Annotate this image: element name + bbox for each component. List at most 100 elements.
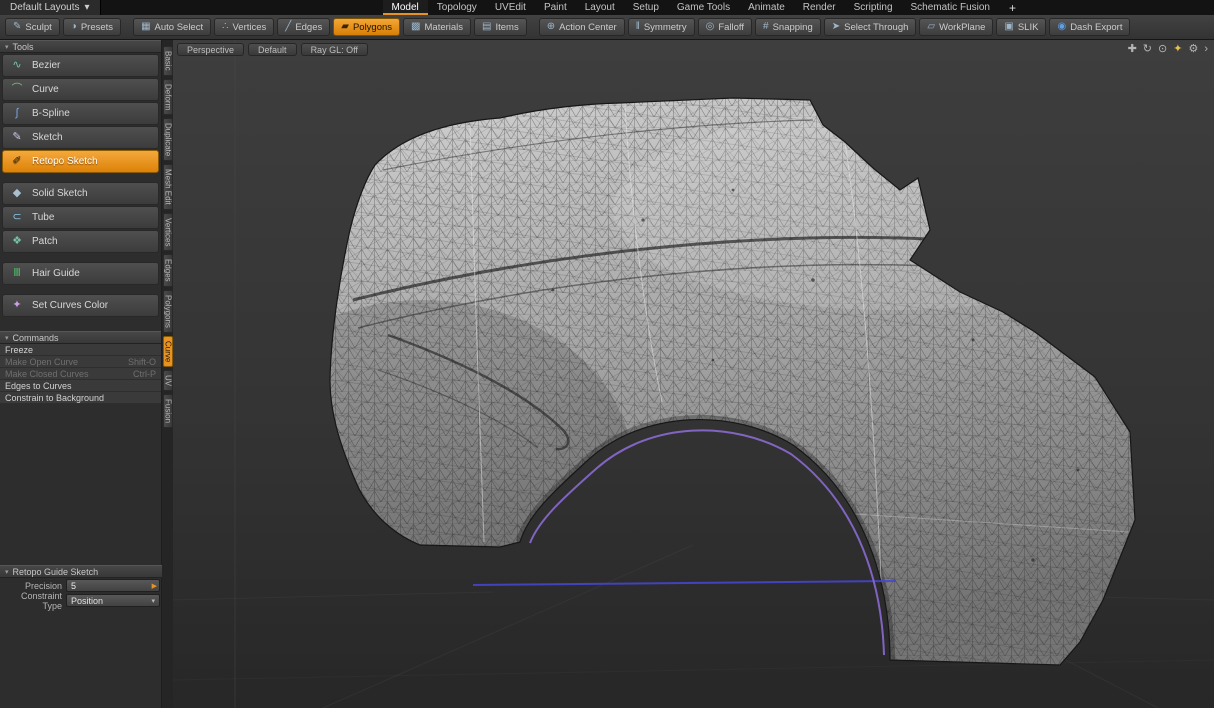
snapping-label: Snapping — [773, 22, 813, 33]
falloff-button[interactable]: ◎ Falloff — [698, 18, 752, 36]
tool-retopo-sketch[interactable]: ✐ Retopo Sketch — [2, 150, 159, 173]
action-center-button[interactable]: ⊕ Action Center — [539, 18, 625, 36]
vtab-uv[interactable]: UV — [163, 370, 173, 391]
tool-curve[interactable]: ⌒ Curve — [2, 78, 159, 101]
vtab-edges[interactable]: Edges — [163, 254, 173, 287]
add-tab-button[interactable]: + — [999, 0, 1026, 15]
command-edges-to-curves[interactable]: Edges to Curves — [0, 380, 161, 392]
select-through-icon: ➤ — [832, 22, 840, 32]
snapping-icon: # — [763, 22, 769, 32]
mini-slider-icon[interactable]: ▶ — [152, 582, 157, 590]
tab-animate[interactable]: Animate — [739, 0, 794, 15]
vtab-polygons[interactable]: Polygons — [163, 290, 173, 333]
pan-icon[interactable]: ✚ — [1128, 42, 1137, 56]
gear-icon[interactable]: ⚙ — [1188, 42, 1198, 56]
constraint-type-value: Position — [71, 596, 103, 606]
select-through-label: Select Through — [844, 22, 908, 33]
tool-label: Patch — [32, 236, 58, 247]
vtab-duplicate[interactable]: Duplicate — [163, 118, 173, 161]
constraint-type-dropdown[interactable]: Position ▾ — [66, 594, 160, 607]
raygl-dropdown[interactable]: Ray GL: Off — [301, 43, 368, 56]
symmetry-label: Symmetry — [644, 22, 687, 33]
tool-solid-sketch[interactable]: ◆ Solid Sketch — [2, 182, 159, 205]
falloff-icon: ◎ — [706, 22, 715, 32]
workplane-icon: ▱ — [927, 22, 935, 32]
snapping-button[interactable]: # Snapping — [755, 18, 821, 36]
tool-hair-guide[interactable]: Ⅲ Hair Guide — [2, 262, 159, 285]
command-label: Make Closed Curves — [5, 369, 89, 379]
polygons-button[interactable]: ▰ Polygons — [333, 18, 400, 36]
tool-label: Tube — [32, 212, 54, 223]
tool-label: Solid Sketch — [32, 188, 88, 199]
vtab-basic[interactable]: Basic — [163, 46, 173, 76]
tab-model[interactable]: Model — [383, 0, 428, 15]
tab-layout[interactable]: Layout — [576, 0, 624, 15]
retopo-guide-sketch-header[interactable]: ▾ Retopo Guide Sketch — [0, 565, 162, 578]
modo-application-window: Default Layouts ▾ Model Topology UVEdit … — [0, 0, 1214, 708]
tab-schematic-fusion[interactable]: Schematic Fusion — [902, 0, 999, 15]
collapse-triangle-icon: ▾ — [5, 334, 9, 342]
hair-guide-icon: Ⅲ — [8, 268, 26, 279]
orbit-icon[interactable]: ↻ — [1143, 42, 1152, 56]
presets-button[interactable]: ◑ Presets — [63, 18, 121, 36]
sculpt-button[interactable]: ✎ Sculpt — [5, 18, 60, 36]
symmetry-icon: ‖ — [636, 22, 640, 32]
commands-panel-header[interactable]: ▾ Commands — [0, 331, 161, 344]
vtab-deform[interactable]: Deform — [163, 79, 173, 115]
select-through-button[interactable]: ➤ Select Through — [824, 18, 917, 36]
action-center-icon: ⊕ — [547, 22, 555, 32]
slik-button[interactable]: ▣ SLIK — [996, 18, 1046, 36]
auto-select-button[interactable]: ▦ Auto Select — [133, 18, 211, 36]
command-make-closed-curves[interactable]: Make Closed Curves Ctrl-P — [0, 368, 161, 380]
vtab-mesh-edit[interactable]: Mesh Edit — [163, 164, 173, 210]
dash-export-label: Dash Export — [1070, 22, 1122, 33]
tool-patch[interactable]: ❖ Patch — [2, 230, 159, 253]
tool-sketch[interactable]: ✎ Sketch — [2, 126, 159, 149]
vtab-fusion[interactable]: Fusion — [163, 394, 173, 428]
perspective-dropdown[interactable]: Perspective — [177, 43, 244, 56]
sculpt-icon: ✎ — [13, 22, 21, 32]
tools-panel-header[interactable]: ▾ Tools — [0, 40, 161, 53]
vtab-curve[interactable]: Curve — [163, 336, 173, 367]
commands-header-label: Commands — [13, 333, 59, 343]
command-label: Freeze — [5, 345, 33, 355]
edges-button[interactable]: ╱ Edges — [277, 18, 330, 36]
zoom-icon[interactable]: ⊙ — [1158, 42, 1167, 56]
precision-field[interactable]: 5 ▶ — [66, 579, 160, 592]
tab-game-tools[interactable]: Game Tools — [668, 0, 739, 15]
expand-icon[interactable]: › — [1204, 42, 1208, 56]
tab-topology[interactable]: Topology — [428, 0, 486, 15]
tab-scripting[interactable]: Scripting — [845, 0, 902, 15]
tool-tube[interactable]: ⊂ Tube — [2, 206, 159, 229]
tab-uvedit[interactable]: UVEdit — [486, 0, 535, 15]
workplane-button[interactable]: ▱ WorkPlane — [919, 18, 993, 36]
symmetry-button[interactable]: ‖ Symmetry — [628, 18, 695, 36]
auto-select-icon: ▦ — [141, 22, 150, 32]
tool-label: B-Spline — [32, 108, 70, 119]
tab-render[interactable]: Render — [794, 0, 845, 15]
command-make-open-curve[interactable]: Make Open Curve Shift-O — [0, 356, 161, 368]
default-layouts-menu[interactable]: Default Layouts ▾ — [0, 0, 101, 15]
tool-set-curves-color[interactable]: ✦ Set Curves Color — [2, 294, 159, 317]
tab-paint[interactable]: Paint — [535, 0, 576, 15]
tool-bezier[interactable]: ∿ Bezier — [2, 54, 159, 77]
dash-export-button[interactable]: ◉ Dash Export — [1049, 18, 1130, 36]
command-freeze[interactable]: Freeze — [0, 344, 161, 356]
patch-icon: ❖ — [8, 236, 26, 247]
vertices-button[interactable]: ∴ Vertices — [214, 18, 274, 36]
action-center-label: Action Center — [559, 22, 617, 33]
command-constrain-to-background[interactable]: Constrain to Background — [0, 392, 161, 404]
vtab-vertices[interactable]: Vertices — [163, 213, 173, 251]
tool-b-spline[interactable]: ∫ B-Spline — [2, 102, 159, 125]
lighting-icon[interactable]: ✦ — [1173, 42, 1182, 56]
3d-viewport[interactable]: Perspective Default Ray GL: Off ✚ ↻ ⊙ ✦ … — [173, 40, 1214, 708]
set-curves-color-icon: ✦ — [8, 300, 26, 311]
menu-bar: Default Layouts ▾ Model Topology UVEdit … — [0, 0, 1214, 15]
materials-button[interactable]: ▩ Materials — [403, 18, 471, 36]
items-button[interactable]: ▤ Items — [474, 18, 527, 36]
command-shortcut: Shift-O — [128, 357, 156, 367]
auto-select-label: Auto Select — [155, 22, 204, 33]
viewport-nav-icons: ✚ ↻ ⊙ ✦ ⚙ › — [1128, 42, 1208, 56]
tab-setup[interactable]: Setup — [624, 0, 668, 15]
shading-dropdown[interactable]: Default — [248, 43, 297, 56]
